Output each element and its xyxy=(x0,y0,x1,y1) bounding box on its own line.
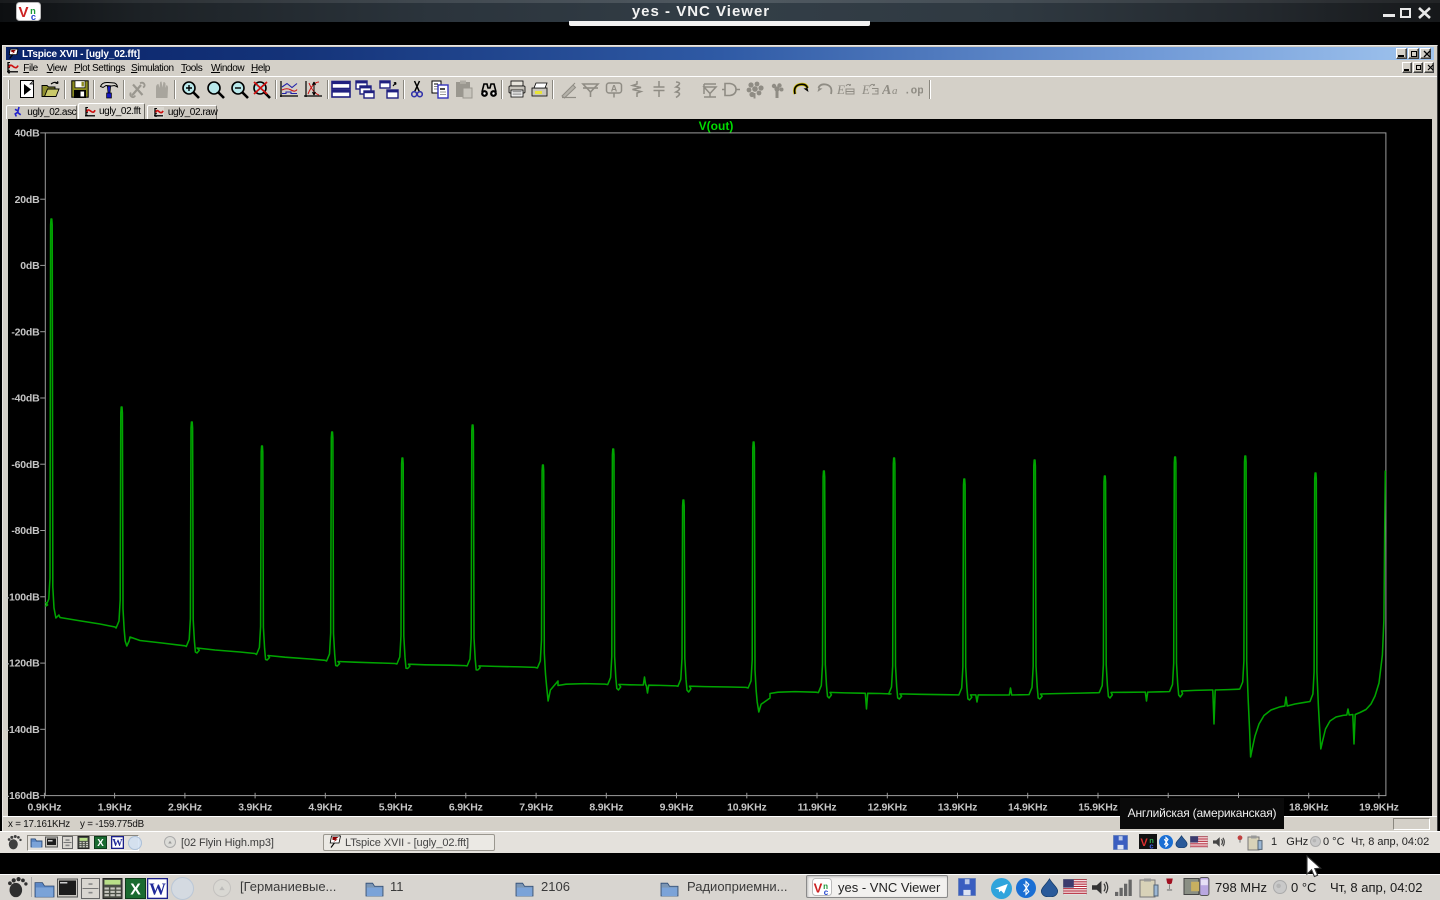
svg-text:-160dB: -160dB xyxy=(6,790,40,802)
svg-text:1.9KHz: 1.9KHz xyxy=(98,802,132,814)
svg-text:0.9KHz: 0.9KHz xyxy=(27,802,61,814)
svg-text:c: c xyxy=(824,888,829,896)
svg-text:c: c xyxy=(1149,842,1153,850)
svg-text:4.9KHz: 4.9KHz xyxy=(308,802,342,814)
svg-text:V(out): V(out) xyxy=(699,119,734,133)
svg-text:-80dB: -80dB xyxy=(11,525,40,537)
svg-text:12.9KHz: 12.9KHz xyxy=(868,802,907,814)
svg-text:-100dB: -100dB xyxy=(6,591,40,603)
svg-text:X: X xyxy=(130,881,141,898)
svg-text:18.9KHz: 18.9KHz xyxy=(1289,802,1328,814)
svg-text:-20dB: -20dB xyxy=(11,326,40,338)
svg-text:13.9KHz: 13.9KHz xyxy=(938,802,977,814)
svg-text:-40dB: -40dB xyxy=(11,393,40,405)
svg-text:2.9KHz: 2.9KHz xyxy=(168,802,202,814)
svg-text:11.9KHz: 11.9KHz xyxy=(798,802,837,814)
svg-text:10.9KHz: 10.9KHz xyxy=(727,802,766,814)
svg-text:-140dB: -140dB xyxy=(6,724,40,736)
svg-text:6.9KHz: 6.9KHz xyxy=(449,802,483,814)
svg-text:-60dB: -60dB xyxy=(11,459,40,471)
svg-text:14.9KHz: 14.9KHz xyxy=(1008,802,1047,814)
svg-text:V: V xyxy=(814,880,823,895)
svg-text:X: X xyxy=(97,838,104,849)
svg-text:9.9KHz: 9.9KHz xyxy=(660,802,694,814)
svg-text:3.9KHz: 3.9KHz xyxy=(238,802,272,814)
svg-text:5.9KHz: 5.9KHz xyxy=(379,802,413,814)
svg-text:-120dB: -120dB xyxy=(6,658,40,670)
svg-text:40dB: 40dB xyxy=(15,128,40,140)
svg-text:8.9KHz: 8.9KHz xyxy=(589,802,623,814)
svg-text:7.9KHz: 7.9KHz xyxy=(519,802,553,814)
svg-text:0dB: 0dB xyxy=(20,260,40,272)
svg-text:W: W xyxy=(112,838,123,849)
svg-text:15.9KHz: 15.9KHz xyxy=(1078,802,1117,814)
svg-text:V: V xyxy=(1140,837,1148,849)
svg-text:19.9KHz: 19.9KHz xyxy=(1359,802,1398,814)
svg-text:20dB: 20dB xyxy=(15,194,40,206)
svg-text:W: W xyxy=(149,879,166,898)
